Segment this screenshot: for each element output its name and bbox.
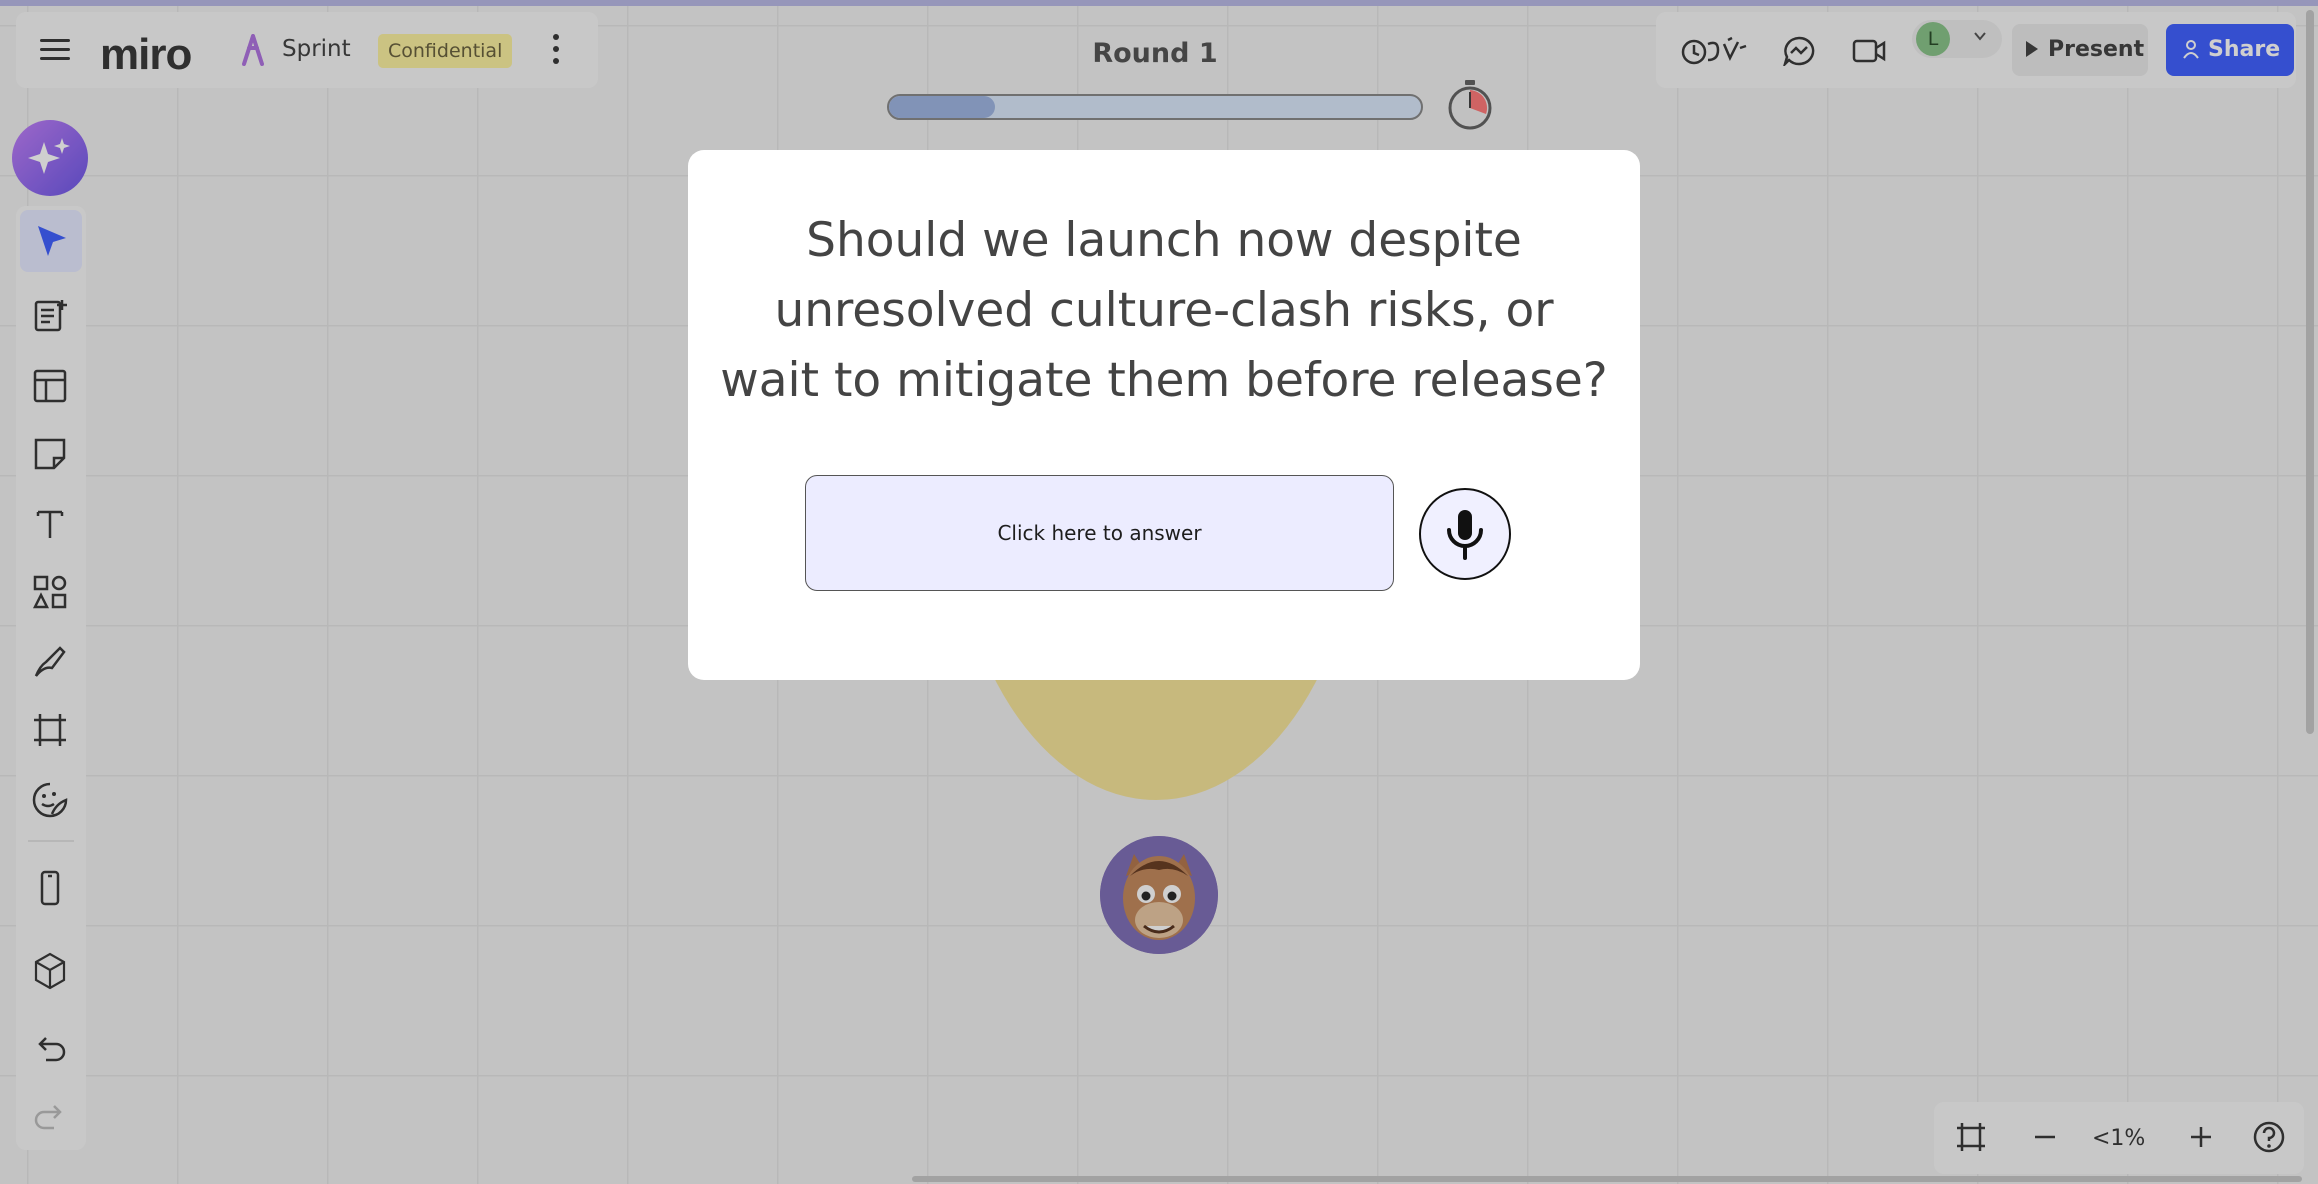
question-dialog: Should we launch now despite unresolved … [688,150,1640,680]
question-text: Should we launch now despite unresolved … [720,213,1608,408]
microphone-icon [1447,510,1483,560]
microphone-button[interactable] [1419,488,1511,580]
answer-button[interactable]: Click here to answer [805,475,1394,591]
